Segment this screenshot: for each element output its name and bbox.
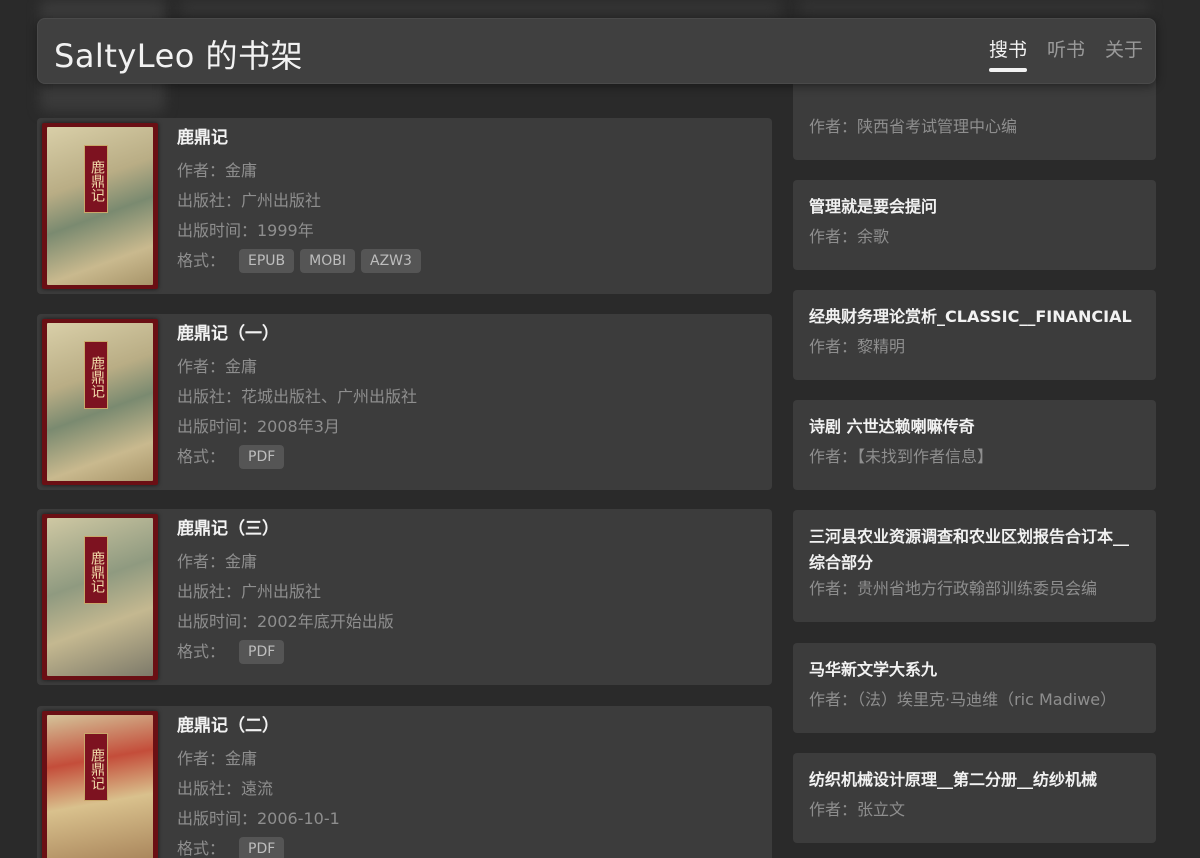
book-cover[interactable]: 鹿鼎记	[42, 319, 158, 485]
book-publisher: 出版社：广州出版社	[177, 191, 322, 210]
book-author: 作者：金庸	[177, 749, 258, 768]
side-book-title[interactable]: 经典财务理论赏析_CLASSIC__FINANCIAL	[809, 304, 1140, 330]
book-formats: 格式： PDF	[177, 834, 340, 858]
book-title[interactable]: 鹿鼎记	[177, 126, 421, 156]
book-date: 出版时间：2008年3月	[177, 417, 340, 436]
book-info: 鹿鼎记（二） 作者：金庸 出版社：遠流 出版时间：2006-10-1 格式： P…	[177, 714, 340, 858]
format-pdf-button[interactable]: PDF	[239, 640, 285, 664]
book-title[interactable]: 鹿鼎记（一）	[177, 322, 417, 352]
book-cover[interactable]: 鹿鼎记	[42, 514, 158, 680]
cover-title: 鹿鼎记	[84, 341, 108, 409]
book-date: 出版时间：2006-10-1	[177, 809, 340, 828]
side-book-card[interactable]: 纺织机械设计原理__第二分册__纺纱机械 作者：张立文	[793, 753, 1156, 843]
side-book-title[interactable]: 诗剧 六世达赖喇嘛传奇	[809, 414, 1140, 440]
side-book-title[interactable]: 马华新文学大系九	[809, 657, 1140, 683]
book-author: 作者：金庸	[177, 161, 258, 180]
book-cover[interactable]: 鹿鼎记	[42, 711, 158, 858]
background-ghost	[800, 0, 1150, 14]
format-label: 格式：	[177, 447, 226, 466]
format-epub-button[interactable]: EPUB	[239, 249, 295, 273]
format-azw3-button[interactable]: AZW3	[361, 249, 421, 273]
side-book-author: 作者：黎精明	[809, 337, 906, 356]
cover-title: 鹿鼎记	[84, 733, 108, 801]
cover-title: 鹿鼎记	[84, 536, 108, 604]
nav-menu: 搜书 听书 关于	[988, 35, 1143, 72]
book-publisher: 出版社：花城出版社、广州出版社	[177, 387, 418, 406]
book-cover[interactable]: 鹿鼎记	[42, 123, 158, 289]
side-book-author: 作者：（法）埃里克·马迪维（ric Madiwe）	[809, 690, 1117, 709]
format-pdf-button[interactable]: PDF	[239, 445, 285, 469]
format-label: 格式：	[177, 251, 226, 270]
book-title[interactable]: 鹿鼎记（二）	[177, 714, 340, 744]
side-book-title[interactable]: 三河县农业资源调查和农业区划报告合订本__综合部分	[809, 524, 1140, 576]
book-formats: 格式： PDF	[177, 637, 394, 667]
book-card[interactable]: 鹿鼎记 鹿鼎记（二） 作者：金庸 出版社：遠流 出版时间：2006-10-1 格…	[37, 706, 772, 858]
side-book-author: 作者：陕西省考试管理中心编	[809, 117, 1018, 136]
side-book-card[interactable]: 马华新文学大系九 作者：（法）埃里克·马迪维（ric Madiwe）	[793, 643, 1156, 733]
book-card[interactable]: 鹿鼎记 鹿鼎记（三） 作者：金庸 出版社：广州出版社 出版时间：2002年底开始…	[37, 509, 772, 685]
cover-title: 鹿鼎记	[84, 145, 108, 213]
side-book-card[interactable]: 三河县农业资源调查和农业区划报告合订本__综合部分 作者：贵州省地方行政翰部训练…	[793, 510, 1156, 622]
book-info: 鹿鼎记 作者：金庸 出版社：广州出版社 出版时间：1999年 格式： EPUB …	[177, 126, 421, 276]
side-book-card[interactable]: 管理就是要会提问 作者：余歌	[793, 180, 1156, 270]
side-book-title[interactable]: 管理就是要会提问	[809, 194, 1140, 220]
format-mobi-button[interactable]: MOBI	[300, 249, 355, 273]
format-pdf-button[interactable]: PDF	[239, 837, 285, 858]
top-navbar: SaltyLeo 的书架 搜书 听书 关于	[37, 18, 1156, 84]
side-book-author: 作者：贵州省地方行政翰部训练委员会编	[809, 579, 1098, 598]
book-formats: 格式： EPUB MOBI AZW3	[177, 246, 421, 276]
side-book-card[interactable]: 诗剧 六世达赖喇嘛传奇 作者：【未找到作者信息】	[793, 400, 1156, 490]
background-ghost	[180, 0, 780, 18]
book-date: 出版时间：1999年	[177, 221, 314, 240]
book-title[interactable]: 鹿鼎记（三）	[177, 517, 394, 547]
side-book-author: 作者：余歌	[809, 227, 890, 246]
book-card[interactable]: 鹿鼎记 鹿鼎记（一） 作者：金庸 出版社：花城出版社、广州出版社 出版时间：20…	[37, 314, 772, 490]
book-info: 鹿鼎记（一） 作者：金庸 出版社：花城出版社、广州出版社 出版时间：2008年3…	[177, 322, 417, 472]
book-formats: 格式： PDF	[177, 442, 417, 472]
book-publisher: 出版社：遠流	[177, 779, 274, 798]
book-author: 作者：金庸	[177, 552, 258, 571]
side-book-title[interactable]: 纺织机械设计原理__第二分册__纺纱机械	[809, 767, 1140, 793]
side-book-card[interactable]: 经典财务理论赏析_CLASSIC__FINANCIAL 作者：黎精明	[793, 290, 1156, 380]
site-title[interactable]: SaltyLeo 的书架	[54, 31, 303, 77]
nav-search-books[interactable]: 搜书	[988, 35, 1027, 72]
book-author: 作者：金庸	[177, 357, 258, 376]
format-label: 格式：	[177, 839, 226, 858]
side-book-author: 作者：【未找到作者信息】	[809, 447, 994, 466]
page: SaltyLeo 的书架 搜书 听书 关于 鹿鼎记 鹿鼎记 作者：金庸 出版社：…	[0, 0, 1200, 858]
book-info: 鹿鼎记（三） 作者：金庸 出版社：广州出版社 出版时间：2002年底开始出版 格…	[177, 517, 394, 667]
side-book-author: 作者：张立文	[809, 800, 906, 819]
nav-audiobooks[interactable]: 听书	[1047, 35, 1085, 72]
book-date: 出版时间：2002年底开始出版	[177, 612, 394, 631]
format-label: 格式：	[177, 642, 226, 661]
book-publisher: 出版社：广州出版社	[177, 582, 322, 601]
book-card[interactable]: 鹿鼎记 鹿鼎记 作者：金庸 出版社：广州出版社 出版时间：1999年 格式： E…	[37, 118, 772, 294]
nav-about[interactable]: 关于	[1105, 35, 1143, 72]
